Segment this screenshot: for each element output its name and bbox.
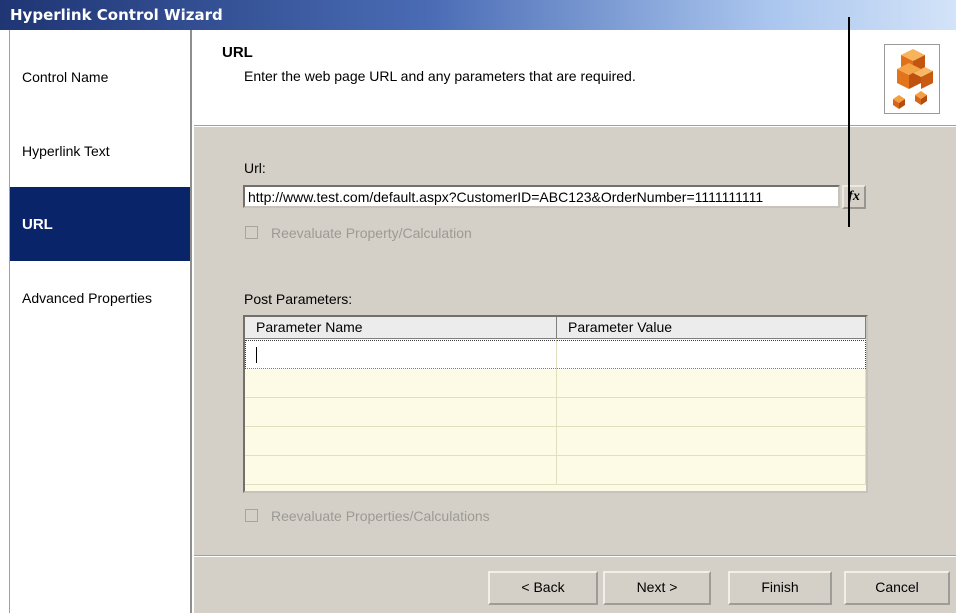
footer-divider-highlight bbox=[194, 556, 956, 557]
reevaluate-properties-label: Reevaluate Properties/Calculations bbox=[271, 508, 490, 524]
page-title: URL bbox=[222, 44, 253, 61]
table-cell[interactable] bbox=[245, 369, 557, 398]
finish-button[interactable]: Finish bbox=[728, 571, 832, 605]
column-header-parameter-name[interactable]: Parameter Name bbox=[245, 317, 557, 339]
step-url[interactable]: URL bbox=[10, 187, 190, 261]
step-label: URL bbox=[22, 215, 53, 233]
annotation-pointer-line bbox=[848, 17, 850, 227]
stacked-cubes-icon bbox=[893, 49, 933, 109]
post-parameters-label: Post Parameters: bbox=[244, 291, 353, 307]
step-label: Advanced Properties bbox=[22, 290, 152, 306]
step-label: Control Name bbox=[22, 69, 109, 85]
table-row[interactable] bbox=[245, 340, 866, 369]
table-cell[interactable] bbox=[245, 398, 557, 427]
reevaluate-property-checkbox[interactable] bbox=[245, 226, 258, 239]
step-control-name[interactable]: Control Name bbox=[10, 40, 190, 114]
table-cell[interactable] bbox=[245, 456, 557, 485]
table-row[interactable] bbox=[245, 369, 866, 398]
post-parameters-grid[interactable]: Parameter Name Parameter Value bbox=[243, 315, 868, 493]
page-header: URL Enter the web page URL and any param… bbox=[194, 30, 956, 126]
wizard-steps-sidebar: Control Name Hyperlink Text URL Advanced… bbox=[10, 30, 192, 613]
back-button[interactable]: < Back bbox=[488, 571, 598, 605]
table-row[interactable] bbox=[245, 398, 866, 427]
cancel-button[interactable]: Cancel bbox=[844, 571, 950, 605]
table-cell[interactable] bbox=[557, 456, 866, 485]
column-header-parameter-value[interactable]: Parameter Value bbox=[557, 317, 866, 339]
table-cell-editing[interactable] bbox=[245, 340, 557, 369]
table-cell[interactable] bbox=[557, 398, 866, 427]
formula-button[interactable]: fx bbox=[842, 185, 866, 209]
reevaluate-properties-checkbox[interactable] bbox=[245, 509, 258, 522]
table-cell[interactable] bbox=[557, 427, 866, 456]
window-title: Hyperlink Control Wizard bbox=[10, 6, 223, 24]
table-cell[interactable] bbox=[557, 340, 866, 369]
table-row[interactable] bbox=[245, 427, 866, 456]
next-button[interactable]: Next > bbox=[603, 571, 711, 605]
table-row[interactable] bbox=[245, 456, 866, 485]
step-advanced-properties[interactable]: Advanced Properties bbox=[10, 261, 190, 335]
step-hyperlink-text[interactable]: Hyperlink Text bbox=[10, 114, 190, 188]
step-label: Hyperlink Text bbox=[22, 143, 110, 159]
page-description: Enter the web page URL and any parameter… bbox=[244, 68, 636, 84]
url-label: Url: bbox=[244, 160, 266, 176]
table-cell[interactable] bbox=[557, 369, 866, 398]
table-cell[interactable] bbox=[245, 427, 557, 456]
title-bar: Hyperlink Control Wizard bbox=[0, 0, 956, 30]
divider bbox=[194, 126, 956, 127]
grid-header: Parameter Name Parameter Value bbox=[245, 317, 866, 339]
wizard-logo bbox=[884, 44, 940, 114]
url-input[interactable]: http://www.test.com/default.aspx?Custome… bbox=[243, 185, 840, 208]
reevaluate-property-label: Reevaluate Property/Calculation bbox=[271, 225, 472, 241]
text-caret bbox=[256, 347, 257, 363]
